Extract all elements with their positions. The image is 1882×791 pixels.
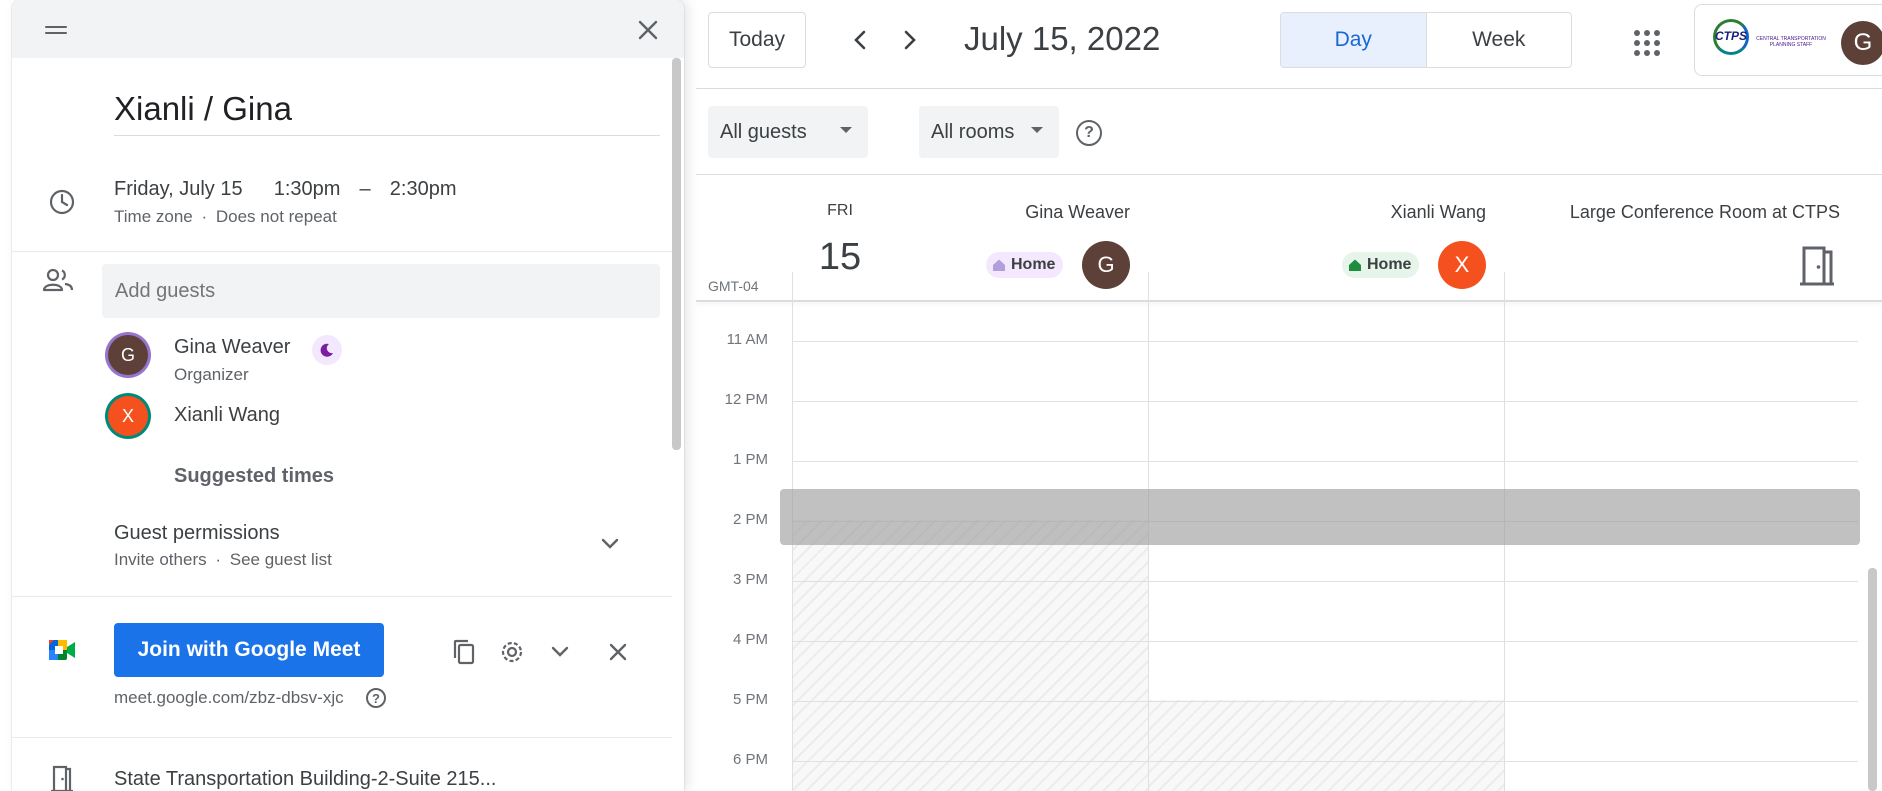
logo-text: CTPS (1715, 29, 1748, 43)
filter-divider (696, 174, 1882, 175)
avatar: G (108, 335, 148, 375)
dot-separator: · (215, 550, 222, 569)
invite-others-label: Invite others (114, 550, 207, 569)
header-bottom-border (696, 300, 1882, 302)
suggested-times-button[interactable]: Suggested times (174, 465, 334, 488)
hour-label: 12 PM (724, 391, 768, 408)
hour-label: 1 PM (732, 451, 768, 468)
rooms-filter-dropdown[interactable]: All rooms (919, 106, 1059, 158)
column-name-conference-room: Large Conference Room at CTPS (1569, 202, 1840, 222)
event-detail-panel: Friday, July 15 1:30pm – 2:30pm Time zon… (12, 0, 684, 791)
see-guest-list-label: See guest list (229, 550, 332, 569)
hour-label: 6 PM (732, 751, 768, 768)
guest-name[interactable]: Gina Weaver (174, 336, 290, 359)
view-day-button[interactable]: Day (1281, 13, 1427, 67)
column-name-gina: Gina Weaver (1025, 202, 1130, 222)
avatar: X (108, 396, 148, 436)
google-meet-icon (46, 634, 78, 666)
day-number[interactable]: 15 (808, 236, 872, 279)
hour-line (792, 461, 1858, 462)
help-icon[interactable]: ? (1076, 120, 1102, 146)
repeat-select[interactable]: Does not repeat (216, 207, 337, 226)
drag-handle-icon[interactable] (45, 26, 67, 36)
hour-line (792, 581, 1858, 582)
chevron-down-icon[interactable] (594, 528, 626, 560)
close-button[interactable] (630, 12, 666, 48)
today-button[interactable]: Today (708, 12, 806, 68)
join-google-meet-button[interactable]: Join with Google Meet (114, 623, 384, 677)
copy-icon[interactable] (448, 636, 480, 668)
time-dash: – (359, 178, 371, 200)
guest-name[interactable]: Xianli Wang (174, 404, 280, 427)
google-apps-grid-icon[interactable] (1628, 24, 1664, 60)
guest-role: Organizer (174, 365, 249, 384)
help-icon[interactable]: ? (366, 688, 386, 708)
remove-meet-close-icon[interactable] (602, 636, 634, 668)
hour-label: 3 PM (732, 571, 768, 588)
dot-separator: · (201, 207, 208, 226)
avatar: G (1082, 241, 1130, 289)
chevron-left-icon (854, 30, 866, 50)
gear-icon[interactable] (496, 636, 528, 668)
grid-scrollbar[interactable] (1868, 568, 1877, 791)
meet-link[interactable]: meet.google.com/zbz-dbsv-xjc (114, 688, 344, 708)
divider (12, 596, 672, 597)
hour-label: 2 PM (732, 511, 768, 528)
panel-top-bar[interactable] (12, 0, 684, 58)
hour-line (792, 401, 1858, 402)
avatar: X (1438, 241, 1486, 289)
home-icon (1349, 259, 1361, 271)
room-door-icon (1798, 244, 1836, 291)
clock-icon (46, 186, 78, 218)
event-start-time[interactable]: 1:30pm (274, 178, 341, 200)
divider (12, 251, 672, 252)
column-name-xianli: Xianli Wang (1390, 202, 1486, 222)
outside-working-hours-xianli (1149, 700, 1504, 791)
event-title-input[interactable] (114, 88, 660, 136)
event-date[interactable]: Friday, July 15 (114, 178, 243, 200)
logo-subtext: CENTRAL TRANSPORTATION PLANNING STAFF (1756, 36, 1826, 48)
panel-scrollbar[interactable] (672, 58, 681, 450)
account-area[interactable]: CTPS CENTRAL TRANSPORTATION PLANNING STA… (1694, 4, 1882, 76)
divider (12, 737, 672, 738)
guest-permissions-title[interactable]: Guest permissions (114, 522, 280, 545)
add-guests-input[interactable] (102, 264, 660, 318)
timezone-link[interactable]: Time zone (114, 207, 193, 226)
close-icon (638, 20, 658, 40)
day-weekday: FRI (827, 202, 853, 219)
hour-line (792, 761, 1858, 762)
account-avatar[interactable]: G (1841, 21, 1882, 65)
hour-line (792, 701, 1858, 702)
hour-line (792, 641, 1858, 642)
timezone-label: GMT-04 (708, 278, 759, 294)
out-of-office-moon-icon (312, 335, 342, 365)
room-door-icon (46, 762, 78, 791)
header-divider (696, 88, 1882, 89)
chevron-right-icon (904, 30, 916, 50)
hour-label: 11 AM (726, 331, 768, 348)
hour-label: 5 PM (732, 691, 768, 708)
hour-line (792, 341, 1858, 342)
prev-day-button[interactable] (842, 22, 878, 58)
location-row[interactable]: State Transportation Building-2-Suite 21… (114, 768, 496, 791)
proposed-event-block[interactable] (780, 489, 1860, 545)
view-week-button[interactable]: Week (1426, 13, 1571, 67)
event-time-row[interactable]: Friday, July 15 1:30pm – 2:30pm (114, 178, 457, 201)
guests-filter-dropdown[interactable]: All guests (708, 106, 868, 158)
event-end-time[interactable]: 2:30pm (390, 178, 457, 200)
chevron-down-icon[interactable] (544, 636, 576, 668)
view-toggle: Day Week (1280, 12, 1572, 68)
outside-working-hours-gina (793, 520, 1148, 791)
hour-label: 4 PM (732, 631, 768, 648)
current-date-title: July 15, 2022 (964, 20, 1161, 57)
home-icon (993, 259, 1005, 271)
working-location-chip: Home (986, 252, 1064, 278)
working-location-chip: Home (1342, 252, 1420, 278)
next-day-button[interactable] (892, 22, 928, 58)
people-icon (42, 264, 74, 296)
